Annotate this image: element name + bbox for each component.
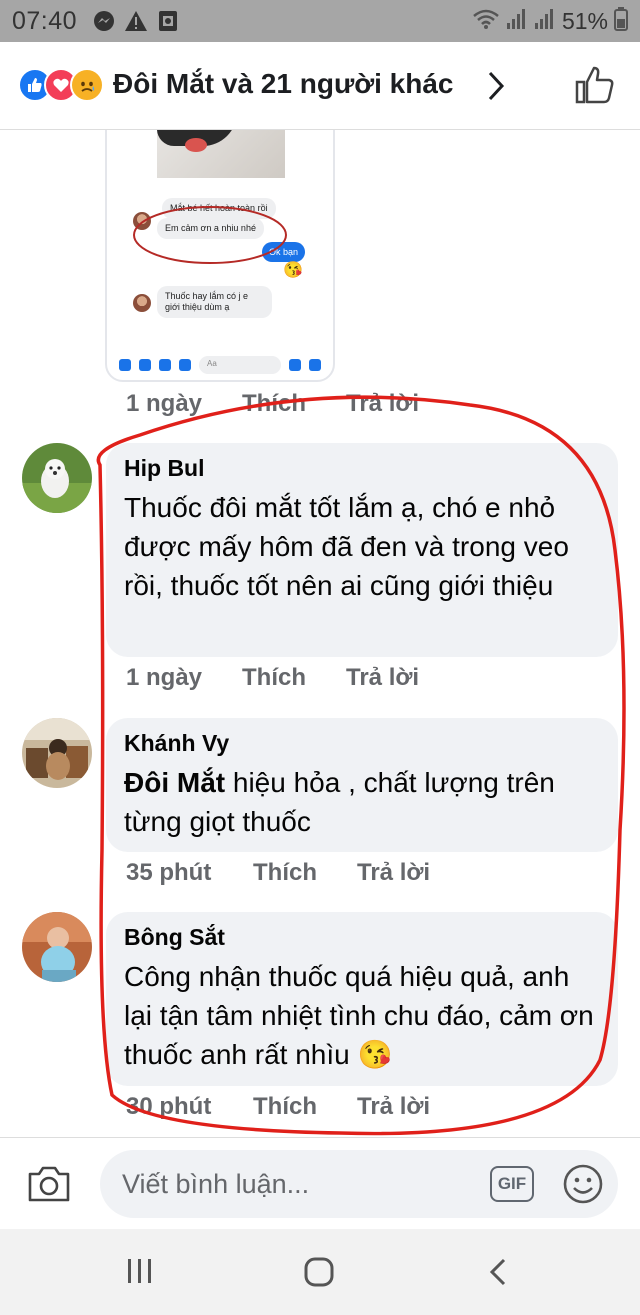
comment-time: 30 phút (126, 1093, 212, 1120)
notification-icons (92, 9, 180, 33)
mini-avatar-2 (133, 294, 151, 312)
mini-bubble-1: Mắt bé hết hoàn toàn rồi (162, 198, 276, 219)
comment-bubble[interactable]: Khánh Vy Đôi Mắt hiệu hỏa , chất lượng t… (106, 718, 618, 852)
comment-author[interactable]: Hip Bul (124, 455, 600, 482)
mini-avatar (133, 212, 151, 230)
avatar[interactable] (22, 912, 92, 982)
status-bar: 07:40 51% (0, 0, 640, 42)
like-link[interactable]: Thích (253, 859, 357, 887)
comment-author[interactable]: Khánh Vy (124, 730, 600, 757)
system-status: 51% (472, 7, 628, 36)
like-link[interactable]: Thích (242, 664, 346, 692)
battery-icon (614, 7, 628, 36)
comments-list[interactable]: Mắt bé hết hoàn toàn rồi Em cảm ơn a nhi… (0, 130, 640, 1137)
home-icon[interactable] (304, 1257, 334, 1292)
emoji-icon[interactable] (562, 1163, 604, 1210)
comment-bubble[interactable]: Bông Sắt Công nhận thuốc quá hiệu quả, a… (106, 912, 618, 1086)
like-link[interactable]: Thích (242, 390, 346, 418)
photo-icon (156, 9, 180, 33)
messenger-icon (92, 9, 116, 33)
comment-time: 1 ngày (126, 390, 203, 417)
comment-author[interactable]: Bông Sắt (124, 924, 600, 951)
kiss-emoji-icon: 😘 (283, 262, 303, 279)
back-icon[interactable] (488, 1257, 508, 1292)
avatar[interactable] (22, 443, 92, 513)
reaction-icons[interactable] (18, 68, 104, 102)
comment-input[interactable] (100, 1150, 618, 1218)
header-title[interactable]: Đôi Mắt và 21 người khác (113, 68, 454, 100)
chevron-right-icon[interactable] (486, 70, 506, 107)
comment-meta-3: 30 phút Thích Trả lời (126, 1093, 430, 1121)
like-link[interactable]: Thích (253, 1093, 357, 1121)
avatar[interactable] (22, 718, 92, 788)
warning-icon (124, 9, 148, 33)
reply-link[interactable]: Trả lời (357, 859, 430, 887)
recent-apps-icon[interactable] (126, 1257, 154, 1290)
reactions-header: Đôi Mắt và 21 người khác (0, 42, 640, 130)
comment-meta-1: 1 ngày Thích Trả lời (126, 664, 419, 692)
comment-text: Thuốc đôi mắt tốt lắm ạ, chó e nhỏ được … (124, 492, 569, 601)
status-time: 07:40 (12, 7, 78, 35)
mini-bubble-2: Em cảm ơn a nhiu nhé (157, 218, 264, 239)
gif-button[interactable]: GIF (490, 1166, 534, 1202)
mention-link[interactable]: Đôi Mắt (124, 767, 225, 798)
battery-percent: 51% (561, 8, 608, 34)
wifi-icon (472, 8, 500, 35)
signal-icon-2 (534, 8, 556, 35)
comment-text: Công nhận thuốc quá hiệu quả, anh lại tậ… (124, 961, 594, 1070)
system-navigation-bar (0, 1229, 640, 1315)
comment-composer: GIF (0, 1137, 640, 1229)
reply-link[interactable]: Trả lời (346, 390, 419, 418)
comment-time: 1 ngày (126, 664, 203, 691)
signal-icon (506, 8, 528, 35)
comment-meta-0: 1 ngày Thích Trả lời (126, 390, 419, 418)
reply-link[interactable]: Trả lời (357, 1093, 430, 1121)
reply-link[interactable]: Trả lời (346, 664, 419, 692)
comment-bubble[interactable]: Hip Bul Thuốc đôi mắt tốt lắm ạ, chó e n… (106, 443, 618, 657)
comment-time: 35 phút (126, 859, 212, 886)
comment-meta-2: 35 phút Thích Trả lời (126, 859, 430, 887)
dog-photo (157, 130, 285, 178)
sad-reaction-icon (70, 68, 104, 102)
like-icon[interactable] (574, 64, 616, 111)
comment-text: Đôi Mắt hiệu hỏa , chất lượng trên từng … (124, 763, 600, 841)
mini-composer: Aa (107, 350, 333, 380)
mini-bubble-3: Thuốc hay lắm có j e giới thiệu dùm ạ (157, 286, 272, 318)
mini-reply-bubble: Ok bạn (262, 242, 306, 262)
comment-image-attachment[interactable]: Mắt bé hết hoàn toàn rồi Em cảm ơn a nhi… (105, 130, 335, 382)
camera-icon[interactable] (26, 1164, 72, 1209)
